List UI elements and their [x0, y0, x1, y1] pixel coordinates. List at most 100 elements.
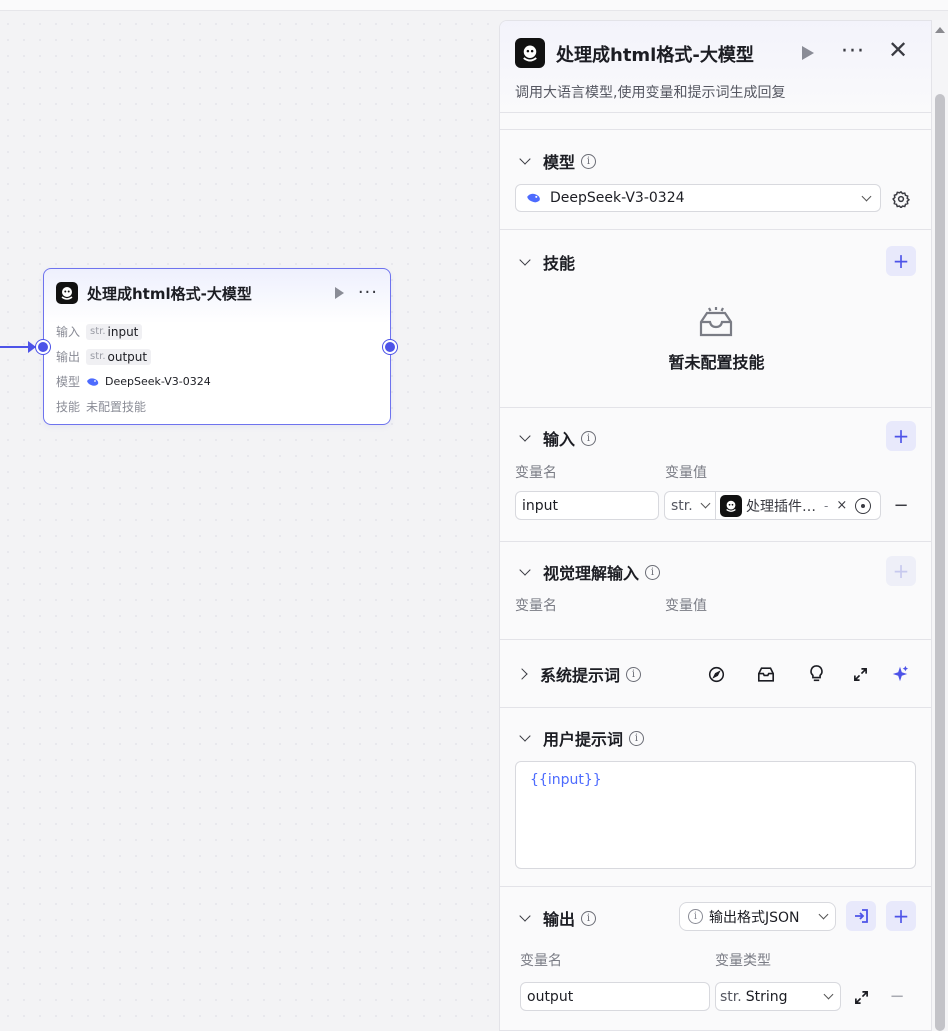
output-col-name: 变量名 [520, 953, 562, 969]
chevron-down-icon [823, 989, 834, 1000]
section-user-prompt-header[interactable]: 用户提示词 i [518, 726, 645, 750]
input-reference-field[interactable]: 处理插件… - × [715, 491, 881, 520]
section-output-label: 输出 [543, 910, 576, 929]
info-icon: i [688, 909, 703, 924]
section-system-prompt-label: 系统提示词 [540, 666, 621, 685]
vision-col-value: 变量值 [665, 598, 707, 614]
info-icon[interactable]: i [645, 564, 661, 580]
info-icon[interactable]: i [629, 730, 645, 746]
section-user-prompt-label: 用户提示词 [543, 730, 624, 749]
user-prompt-editor[interactable]: {{input}} [515, 761, 916, 869]
add-input-button[interactable]: + [886, 421, 916, 451]
input-reference-separator: - [824, 498, 829, 513]
compass-icon[interactable] [706, 664, 726, 684]
node-model-value: DeepSeek-V3-0324 [105, 375, 211, 388]
output-format-select[interactable]: i 输出格式JSON [679, 902, 836, 931]
divider [500, 541, 931, 542]
input-type-select[interactable]: str. [664, 491, 716, 520]
add-output-button[interactable]: + [886, 901, 916, 931]
info-icon[interactable]: i [626, 666, 642, 682]
chevron-down-icon[interactable] [519, 430, 531, 442]
section-skills-header[interactable]: 技能 [518, 250, 575, 274]
expand-icon[interactable] [852, 988, 870, 1006]
divider [500, 129, 931, 130]
section-model-header[interactable]: 模型 i [518, 149, 597, 173]
llm-logo-icon [56, 282, 78, 304]
input-var-name-field[interactable]: input [515, 491, 659, 520]
node-model-row: 模型 DeepSeek-V3-0324 [56, 369, 211, 394]
section-system-prompt-header[interactable]: 系统提示词 i [516, 662, 642, 686]
divider [500, 707, 931, 708]
clear-reference-icon[interactable]: × [836, 498, 847, 513]
node-config-panel: 处理成html格式-大模型 ··· ✕ 调用大语言模型,使用变量和提示词生成回复… [499, 20, 932, 1031]
section-vision-label: 视觉理解输入 [543, 564, 640, 583]
output-type-value: String [745, 988, 788, 1005]
node-skill-row: 技能 未配置技能 [56, 394, 211, 419]
add-vision-input-button[interactable]: + [886, 556, 916, 586]
user-prompt-text: {{input}} [530, 772, 602, 788]
node-input-row: 输入 str. input [56, 319, 211, 344]
remove-input-icon[interactable]: − [892, 495, 910, 516]
node-skill-label: 技能 [56, 400, 81, 414]
node-header: 处理成html格式-大模型 ··· [56, 281, 378, 305]
output-col-type: 变量类型 [715, 953, 771, 969]
node-output-handle[interactable] [383, 340, 397, 354]
chevron-down-icon[interactable] [519, 564, 531, 576]
model-select-value: DeepSeek-V3-0324 [550, 190, 685, 206]
divider [500, 229, 931, 230]
scrollbar-thumb[interactable] [935, 94, 945, 1031]
panel-title[interactable]: 处理成html格式-大模型 [556, 41, 754, 67]
chevron-down-icon[interactable] [519, 910, 531, 922]
info-icon[interactable]: i [581, 910, 597, 926]
info-icon[interactable]: i [581, 430, 597, 446]
model-select[interactable]: DeepSeek-V3-0324 [515, 184, 881, 212]
chevron-right-icon[interactable] [516, 668, 528, 680]
node-input-handle[interactable] [36, 340, 50, 354]
node-input-tag: str. input [86, 323, 143, 340]
chevron-down-icon[interactable] [519, 153, 531, 165]
info-icon[interactable]: i [581, 153, 597, 169]
chevron-down-icon[interactable] [519, 254, 531, 266]
node-input-label: 输入 [56, 325, 81, 339]
section-input-label: 输入 [543, 430, 576, 449]
canvas-top-bar [0, 0, 948, 11]
prompt-library-icon[interactable] [756, 664, 776, 684]
add-skill-button[interactable]: + [886, 246, 916, 276]
remove-output-icon[interactable]: − [888, 986, 906, 1007]
gear-icon[interactable] [890, 188, 912, 210]
section-vision-header[interactable]: 视觉理解输入 i [518, 560, 661, 584]
output-format-value: 输出格式JSON [709, 909, 800, 926]
panel-description[interactable]: 调用大语言模型,使用变量和提示词生成回复 [515, 82, 785, 102]
connection-arrow-icon [28, 341, 36, 353]
run-node-icon[interactable] [334, 287, 344, 299]
chevron-down-icon[interactable] [519, 730, 531, 742]
deepseek-icon [527, 193, 540, 203]
llm-node-card[interactable]: 处理成html格式-大模型 ··· 输入 str. input 输出 str. ou… [43, 268, 391, 425]
divider [500, 407, 931, 408]
lightbulb-icon[interactable] [806, 664, 826, 684]
chevron-down-icon [700, 498, 711, 509]
output-mapping-button[interactable] [846, 901, 876, 931]
output-type-select[interactable]: str. String [715, 982, 841, 1011]
close-icon[interactable]: ✕ [888, 36, 908, 64]
node-model-label: 模型 [56, 375, 81, 389]
section-input-header[interactable]: 输入 i [518, 426, 597, 450]
run-node-icon[interactable] [802, 46, 814, 60]
skills-empty-text: 暂未配置技能 [668, 353, 765, 372]
scroll-up-icon[interactable] [935, 27, 945, 33]
node-output-row: 输出 str. output [56, 344, 211, 369]
divider [500, 639, 931, 640]
ai-sparkle-icon[interactable] [890, 664, 910, 684]
node-output-tag: str. output [86, 348, 152, 365]
expand-icon[interactable] [850, 664, 870, 684]
section-output-header[interactable]: 输出 i [518, 906, 597, 930]
panel-header: 处理成html格式-大模型 ··· ✕ 调用大语言模型,使用变量和提示词生成回复 [500, 21, 931, 113]
vision-col-name: 变量名 [515, 598, 557, 614]
node-skill-value: 未配置技能 [86, 400, 147, 414]
output-var-name-field[interactable]: output [520, 982, 710, 1011]
more-options-icon[interactable]: ··· [841, 39, 865, 64]
variable-picker-icon[interactable] [855, 497, 872, 514]
more-options-icon[interactable]: ··· [358, 284, 378, 302]
input-col-name: 变量名 [515, 465, 557, 481]
llm-logo-icon [515, 38, 545, 68]
